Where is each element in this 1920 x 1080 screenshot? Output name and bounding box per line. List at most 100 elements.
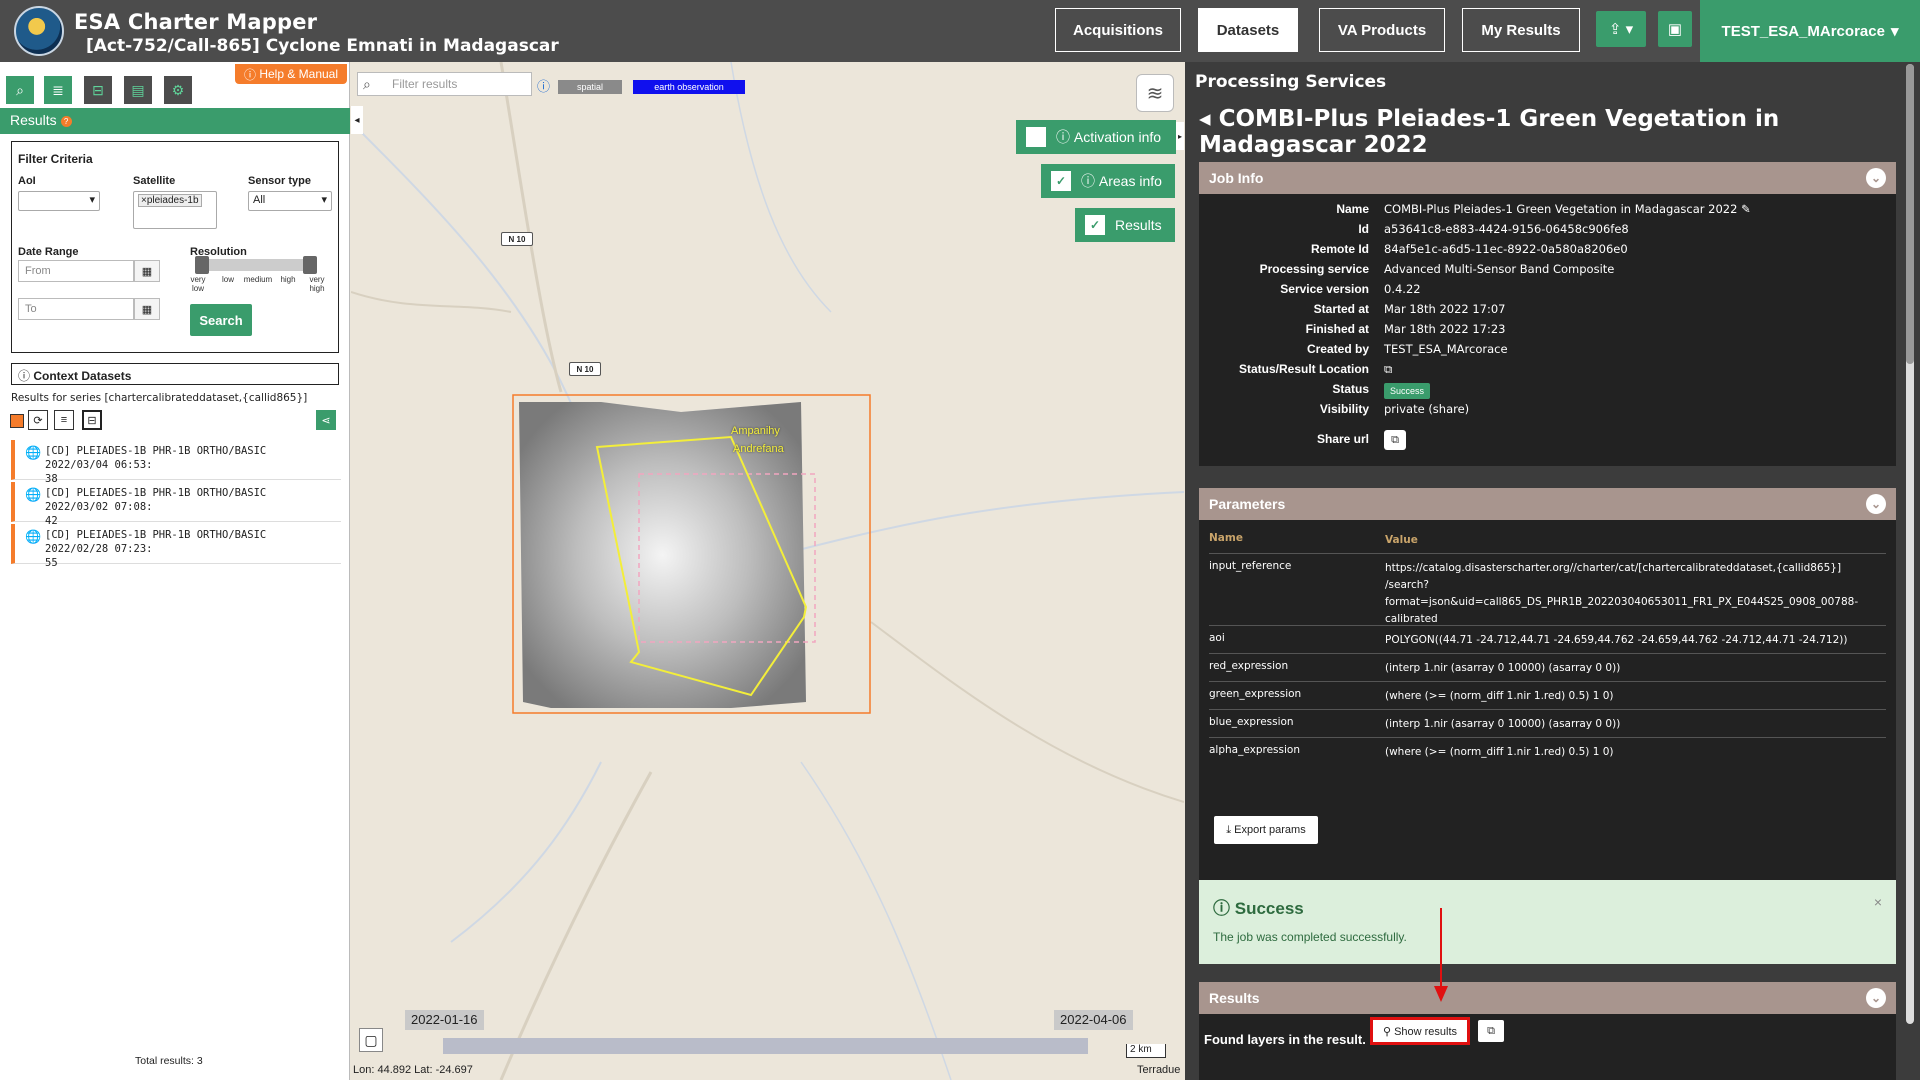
slider-min-handle[interactable]: [195, 256, 209, 274]
activation-info-label: Activation info: [1073, 129, 1162, 145]
job-field-label: Status/Result Location: [1238, 362, 1369, 376]
timeline-bar[interactable]: [443, 1038, 1088, 1054]
item-title: [CD] PLEIADES-1B PHR-1B ORTHO/BASIC 2022…: [45, 445, 267, 471]
job-field-label: Service version: [1280, 282, 1369, 296]
search-button[interactable]: Search: [190, 304, 252, 336]
scale-bar: 2 km: [1126, 1044, 1166, 1058]
back-icon[interactable]: ◂: [1199, 106, 1211, 132]
archive-tool-icon[interactable]: ▤: [124, 76, 152, 104]
check-icon[interactable]: ✓: [1051, 171, 1071, 191]
list-item[interactable]: 🌐 [CD] PLEIADES-1B PHR-1B ORTHO/BASIC 20…: [11, 524, 341, 569]
status-badge: Success: [1384, 383, 1430, 399]
nav-datasets[interactable]: Datasets: [1198, 8, 1298, 52]
expand-right-icon[interactable]: ▸: [1176, 122, 1184, 150]
briefcase-icon[interactable]: ▣: [1658, 11, 1692, 47]
help-label: Help & Manual: [259, 67, 339, 81]
chevron-down-icon[interactable]: ⌄: [1866, 168, 1886, 188]
visibility-value[interactable]: private (share): [1384, 402, 1469, 416]
date-from-input[interactable]: From: [18, 260, 134, 282]
list-view-icon[interactable]: ≡: [54, 410, 74, 430]
success-message: The job was completed successfully.: [1213, 930, 1407, 944]
copy-icon[interactable]: ⧉: [1384, 430, 1406, 450]
job-field-value: TEST_ESA_MArcorace: [1384, 342, 1508, 356]
job-field-value: a53641c8-e883-4424-9156-06458c906fe8: [1384, 222, 1629, 236]
resolution-slider[interactable]: [195, 256, 317, 274]
help-icon[interactable]: ?: [60, 115, 72, 127]
success-alert: ⓘ Success The job was completed successf…: [1199, 880, 1896, 964]
tag-spatial[interactable]: spatial: [558, 80, 622, 94]
job-info-header[interactable]: Job Info ⌄: [1199, 162, 1896, 194]
context-datasets-box[interactable]: ⓘ Context Datasets: [11, 363, 339, 385]
calendar-icon[interactable]: ▦: [134, 298, 160, 320]
user-name: TEST_ESA_MArcorace: [1721, 22, 1885, 40]
chevron-down-icon[interactable]: ⌄: [1866, 494, 1886, 514]
job-field-value: Advanced Multi-Sensor Band Composite: [1384, 262, 1615, 276]
show-results-button[interactable]: ⚲ Show results: [1370, 1017, 1470, 1045]
copy-icon[interactable]: ⧉: [1478, 1020, 1504, 1042]
job-field-label: Started at: [1313, 302, 1369, 316]
date-to-input[interactable]: To: [18, 298, 134, 320]
map-view[interactable]: Filter results ⌕ ⓘ spatial earth observa…: [351, 62, 1184, 1080]
daterange-label: Date Range: [18, 246, 79, 258]
sensor-label: Sensor type: [248, 175, 311, 187]
panel-scrollbar-thumb[interactable]: [1906, 64, 1914, 364]
job-field-value: 84af5e1c-a6d5-11ec-8922-0a580a8206e0: [1384, 242, 1628, 256]
unchecked-icon[interactable]: [1026, 127, 1046, 147]
job-info-panel: Job Info ⌄ Name COMBI-Plus Pleiades-1 Gr…: [1199, 162, 1896, 466]
road-label: N 10: [501, 232, 533, 246]
job-field-label: Id: [1358, 222, 1369, 236]
list-tool-icon[interactable]: ≣: [44, 76, 72, 104]
info-icon[interactable]: ⓘ: [537, 76, 550, 95]
refresh-icon[interactable]: ⟳: [28, 410, 48, 430]
activation-info-button[interactable]: ⓘ Activation info: [1016, 120, 1176, 154]
search-tool-icon[interactable]: ⌕: [6, 76, 34, 104]
calendar-icon[interactable]: ▦: [134, 260, 160, 282]
activation-title: [Act-752/Call-865] Cyclone Emnati in Mad…: [86, 36, 559, 56]
parameters-header[interactable]: Parameters ⌄: [1199, 488, 1896, 520]
basket-tool-icon[interactable]: ⊟: [84, 76, 112, 104]
aoi-select[interactable]: ▾: [18, 191, 100, 211]
upload-icon[interactable]: ⇪ ▾: [1596, 11, 1646, 47]
info-icon: ⓘ: [18, 369, 31, 383]
app-header: ESA Charter Mapper [Act-752/Call-865] Cy…: [0, 0, 1920, 62]
map-filter-input[interactable]: Filter results: [357, 72, 532, 96]
table-row: input_reference https://catalog.disaster…: [1209, 560, 1886, 626]
user-menu-button[interactable]: TEST_ESA_MArcorace ▾: [1700, 0, 1920, 62]
satellite-select[interactable]: ×pleiades-1b: [133, 191, 217, 229]
timeline-toggle-icon[interactable]: ▢: [359, 1028, 383, 1052]
satellite-label: Satellite: [133, 175, 176, 187]
layers-icon[interactable]: ≋: [1136, 74, 1174, 112]
nav-my-results[interactable]: My Results: [1462, 8, 1580, 52]
list-item[interactable]: 🌐 [CD] PLEIADES-1B PHR-1B ORTHO/BASIC 20…: [11, 482, 341, 527]
satellite-tag[interactable]: ×pleiades-1b: [138, 194, 202, 207]
help-manual-button[interactable]: ⓘ Help & Manual: [235, 64, 347, 84]
job-field-value: 0.4.22: [1384, 282, 1421, 296]
list-item[interactable]: 🌐 [CD] PLEIADES-1B PHR-1B ORTHO/BASIC 20…: [11, 440, 341, 485]
results-panel: Results ⌄ Found layers in the result.: [1199, 982, 1896, 1080]
share-icon[interactable]: ⋖: [316, 410, 336, 430]
table-row: blue_expression (interp 1.nir (asarray 0…: [1209, 716, 1886, 738]
series-label: Results for series [chartercalibrateddat…: [11, 392, 308, 404]
select-all-checkbox[interactable]: [10, 414, 24, 428]
check-icon[interactable]: ✓: [1085, 215, 1105, 235]
external-link-icon[interactable]: ⧉: [1384, 362, 1392, 377]
export-params-button[interactable]: ⤓ Export params: [1214, 816, 1318, 844]
sensor-select[interactable]: All ▾: [248, 191, 332, 211]
timeline-start-date: 2022-01-16: [405, 1010, 484, 1030]
chevron-down-icon[interactable]: ⌄: [1866, 988, 1886, 1008]
place-label: Ampanihy: [731, 425, 780, 437]
timeline-end-date: 2022-04-06: [1054, 1010, 1133, 1030]
close-icon[interactable]: ×: [1874, 894, 1882, 910]
slider-max-handle[interactable]: [303, 256, 317, 274]
tag-earth-observation[interactable]: earth observation: [633, 80, 745, 94]
nav-va-products[interactable]: VA Products: [1319, 8, 1445, 52]
basket-add-icon[interactable]: ⊟: [82, 410, 102, 430]
settings-tool-icon[interactable]: ⚙: [164, 76, 192, 104]
areas-info-button[interactable]: ✓ ⓘ Areas info: [1041, 164, 1175, 198]
filter-title: Filter Criteria: [18, 152, 93, 166]
collapse-left-icon[interactable]: ◂: [351, 106, 363, 134]
results-header[interactable]: Results ⌄: [1199, 982, 1896, 1014]
app-title: ESA Charter Mapper: [74, 10, 318, 34]
job-field-label: Name: [1336, 202, 1369, 216]
nav-acquisitions[interactable]: Acquisitions: [1055, 8, 1181, 52]
